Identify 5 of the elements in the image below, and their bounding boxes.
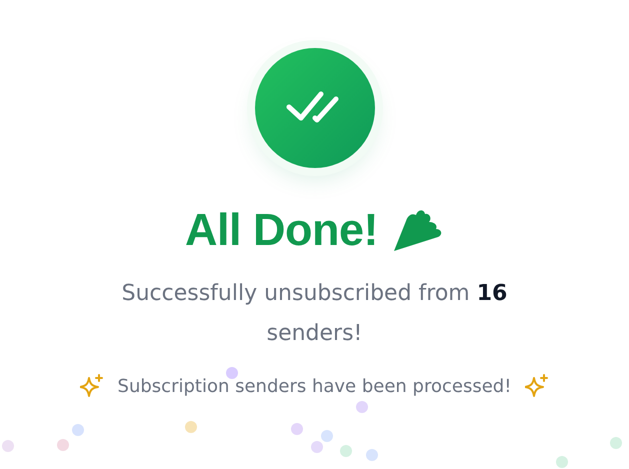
status-note: Subscription senders have been processed! bbox=[118, 376, 512, 396]
sparkle-icon bbox=[80, 374, 104, 398]
sparkle-icon bbox=[525, 374, 550, 398]
success-message: Successfully unsubscribed from 16 senders! bbox=[120, 280, 508, 348]
title: All Done! bbox=[185, 204, 378, 256]
